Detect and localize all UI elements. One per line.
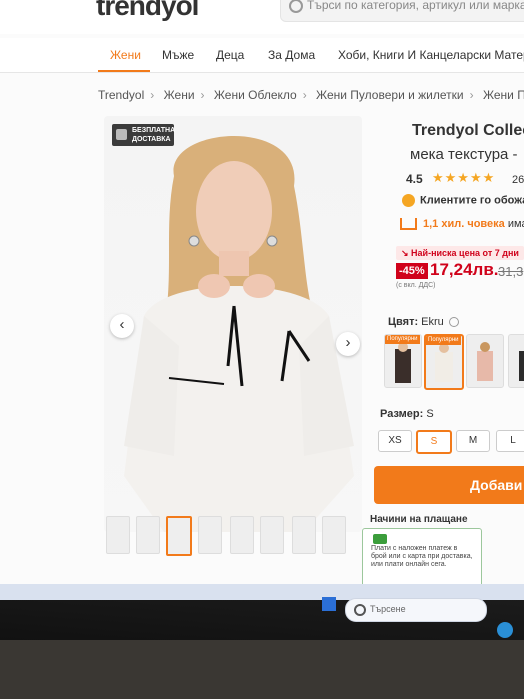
breadcrumb-item[interactable]: Жени Облекло (214, 88, 297, 102)
taskbar-search-placeholder: Търсене (370, 604, 406, 614)
breadcrumb-item[interactable]: Trendyol (98, 88, 144, 102)
breadcrumb: Trendyol › Жени › Жени Облекло › Жени Пулов… (98, 88, 524, 102)
current-price: 17,24лв. (430, 260, 499, 279)
favorite-text: Клиентите го обожа (420, 194, 524, 207)
thumbnail[interactable] (292, 516, 316, 554)
rating-stars[interactable]: ★★★★★ (432, 170, 495, 186)
search-icon (354, 604, 366, 616)
color-swatch[interactable] (466, 334, 504, 388)
chevron-right-icon: › (345, 334, 351, 351)
color-label-text: Цвят: (388, 316, 419, 328)
payment-title: Начини на плащане (370, 514, 468, 525)
free-shipping-badge: БЕЗПЛАТНА ДОСТАВКА (112, 124, 176, 146)
color-swatch[interactable]: Популярни (384, 334, 422, 388)
color-label: Цвят: Ekru (388, 316, 459, 328)
views-suffix: има (507, 218, 524, 230)
prev-image-button[interactable]: ‹ (110, 314, 134, 338)
popular-tag: Популярни (426, 336, 461, 345)
windows-start-icon[interactable] (322, 597, 336, 611)
chevron-right-icon: › (302, 88, 307, 102)
size-value: S (423, 408, 434, 420)
site-logo[interactable]: trendyol (96, 0, 199, 22)
views-note: 1,1 хил. човека има (400, 218, 524, 231)
color-swatch-selected[interactable]: Популярни (424, 334, 464, 390)
size-label-text: Размер: (380, 408, 424, 420)
thumbnail[interactable] (106, 516, 130, 554)
nav-active-underline (98, 70, 150, 72)
info-icon[interactable] (448, 317, 459, 328)
search-box[interactable]: Търси по категория, артикул или марка (280, 0, 524, 22)
thumbnail[interactable] (166, 516, 192, 556)
color-value: Ekru (418, 316, 444, 328)
search-placeholder: Търси по категория, артикул или марка (307, 0, 524, 12)
views-count: 1,1 хил. човека (423, 218, 505, 230)
box-icon (116, 129, 127, 140)
badge-line-1: БЕЗПЛАТНА (132, 127, 176, 134)
taskbar-search[interactable]: Търсене (345, 598, 487, 622)
breadcrumb-item[interactable]: Жени Пул (483, 88, 524, 102)
product-title: Trendyol Collec (412, 122, 524, 139)
thumbnail[interactable] (260, 516, 284, 554)
favorite-note: Клиентите го обожа (402, 194, 524, 207)
cart-icon (400, 218, 417, 231)
size-option-m[interactable]: M (456, 430, 490, 452)
nav-item-home[interactable]: За Дома (268, 48, 315, 62)
breadcrumb-item[interactable]: Жени Пуловери и жилетки (316, 88, 464, 102)
model-photo-illustration (124, 136, 354, 532)
thumbnail[interactable] (198, 516, 222, 554)
site-header: trendyol Търси по категория, артикул или… (0, 0, 524, 34)
edge-browser-icon[interactable] (497, 622, 513, 638)
rating-value: 4.5 (406, 172, 423, 186)
nav-item-kids[interactable]: Деца (216, 48, 244, 62)
nav-item-women[interactable]: Жени (110, 48, 141, 62)
swatch-image (477, 342, 493, 381)
lowest-price-badge: ↘ Най-ниска цена от 7 дни (396, 246, 524, 260)
chevron-right-icon: › (469, 88, 474, 102)
add-to-cart-button[interactable]: Добави в (374, 466, 524, 504)
chevron-right-icon: › (200, 88, 205, 102)
cash-icon (373, 534, 387, 544)
thumbnail[interactable] (136, 516, 160, 554)
star-badge-icon (402, 194, 415, 207)
size-option-s[interactable]: S (416, 430, 452, 454)
next-image-button[interactable]: › (336, 332, 360, 356)
search-icon (289, 0, 303, 13)
thumbnail[interactable] (230, 516, 254, 554)
badge-line-2: ДОСТАВКА (132, 136, 171, 143)
browser-screen: trendyol Търси по категория, артикул или… (0, 0, 524, 600)
chevron-left-icon: ‹ (119, 316, 125, 333)
payment-box: Плати с наложен платеж в брой или с карт… (362, 528, 482, 590)
desk-surface (0, 640, 524, 699)
color-swatch[interactable] (508, 334, 524, 388)
swatch-image (519, 351, 524, 381)
payment-text: Плати с наложен платеж в брой или с карт… (371, 545, 473, 568)
review-count[interactable]: 26 (512, 174, 524, 186)
breadcrumb-item[interactable]: Жени (164, 88, 195, 102)
product-subtitle: мека текстура - (410, 146, 518, 163)
thumbnail[interactable] (322, 516, 346, 554)
chevron-right-icon: › (150, 88, 155, 102)
nav-item-hobby[interactable]: Хоби, Книги И Канцеларски Матери (338, 48, 524, 62)
size-label: Размер: S (380, 408, 434, 420)
product-image[interactable]: БЕЗПЛАТНА ДОСТАВКА ‹ › (104, 116, 362, 532)
vat-note: (с вкл. ДДС) (396, 282, 436, 289)
category-nav: Жени Мъже Деца За Дома Хоби, Книги И Кан… (0, 38, 524, 73)
size-option-l[interactable]: L (496, 430, 524, 452)
discount-badge: -45% (396, 263, 428, 279)
old-price: 31,3 (498, 264, 524, 279)
popular-tag: Популярни (385, 335, 420, 344)
size-option-xs[interactable]: XS (378, 430, 412, 452)
nav-item-men[interactable]: Мъже (162, 48, 194, 62)
